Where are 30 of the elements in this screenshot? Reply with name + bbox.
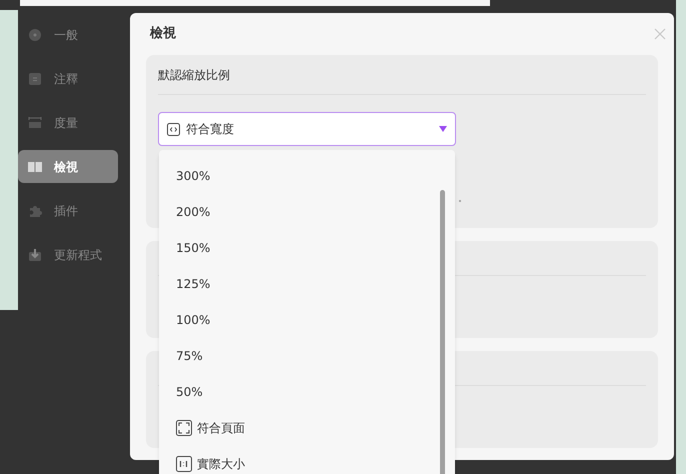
section-title: 默認縮放比例 xyxy=(158,66,230,84)
dropdown-option[interactable]: 100% xyxy=(176,302,210,338)
sidebar-item[interactable]: 檢視 xyxy=(18,150,118,183)
zoom-dropdown[interactable]: 符合寬度 xyxy=(158,112,456,146)
book-icon xyxy=(28,160,42,172)
fit-width-icon xyxy=(167,122,180,136)
close-icon[interactable] xyxy=(654,28,666,40)
sidebar-item[interactable]: 度量 xyxy=(18,106,118,139)
actual-size-icon xyxy=(176,456,192,472)
dropdown-option[interactable]: 實際大小 xyxy=(176,446,245,474)
fit-page-icon xyxy=(176,420,192,436)
note-icon xyxy=(29,72,41,84)
caret-icon xyxy=(439,126,447,132)
sidebar-item[interactable]: 更新程式 xyxy=(18,238,118,271)
scrollbar[interactable] xyxy=(440,190,445,474)
ruler-icon xyxy=(28,116,42,128)
sidebar-item[interactable]: 一般 xyxy=(18,18,118,51)
circle-icon xyxy=(29,28,41,40)
dialog-title: 檢視 xyxy=(150,24,176,44)
dropdown-option[interactable]: 150% xyxy=(176,230,210,266)
dropdown-option[interactable]: 300% xyxy=(176,158,210,194)
sidebar-item[interactable]: 注釋 xyxy=(18,62,118,95)
download-icon xyxy=(29,248,41,260)
puzzle-icon xyxy=(28,204,42,216)
dropdown-option[interactable]: 200% xyxy=(176,194,210,230)
dropdown-option[interactable]: 符合頁面 xyxy=(176,410,245,446)
sidebar-item[interactable]: 插件 xyxy=(18,194,118,227)
dropdown-option[interactable]: 125% xyxy=(176,266,210,302)
dropdown-option[interactable]: 50% xyxy=(176,374,203,410)
dropdown-option[interactable]: 75% xyxy=(176,338,203,374)
